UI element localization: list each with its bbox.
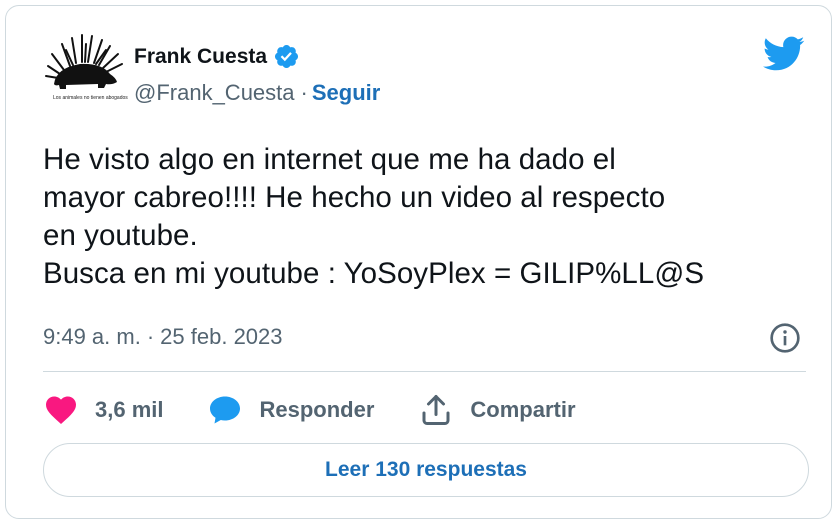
reply-bubble-icon xyxy=(210,396,241,424)
tweet-text: He visto algo en internet que me ha dado… xyxy=(43,143,705,290)
share-label: Compartir xyxy=(470,397,576,422)
author-display-name[interactable]: Frank Cuesta xyxy=(134,45,267,69)
like-button[interactable]: 3,6 mil xyxy=(43,392,163,428)
tweet-time[interactable]: 9:49 a. m. xyxy=(43,324,141,350)
read-replies-button[interactable]: Leer 130 respuestas xyxy=(43,443,809,497)
tweet-timestamp[interactable]: 9:49 a. m. · 25 feb. 2023 xyxy=(43,324,283,350)
twitter-bird-icon[interactable] xyxy=(763,36,805,72)
share-button[interactable]: Compartir xyxy=(418,392,576,428)
verified-badge-icon xyxy=(275,44,299,69)
tweet-card: Los animales no tienen abogados Frank Cu… xyxy=(5,5,832,519)
follow-link[interactable]: Seguir xyxy=(312,80,380,106)
reply-button[interactable]: Responder xyxy=(207,392,374,428)
author-handle-row: @Frank_Cuesta · Seguir xyxy=(134,80,380,106)
tweet-date[interactable]: 25 feb. 2023 xyxy=(160,324,282,350)
author-handle[interactable]: @Frank_Cuesta xyxy=(134,80,295,106)
timestamp-separator: · xyxy=(146,324,155,349)
info-icon[interactable] xyxy=(769,322,801,354)
share-icon xyxy=(422,395,450,425)
avatar-caption: Los animales no tienen abogados xyxy=(53,95,128,101)
reply-label: Responder xyxy=(259,397,375,422)
tweet-actions: 3,6 mil Responder Compartir xyxy=(43,390,620,430)
avatar[interactable] xyxy=(44,32,124,104)
divider xyxy=(43,371,806,372)
handle-separator: · xyxy=(300,80,308,105)
heart-icon xyxy=(46,396,76,425)
likes-count: 3,6 mil xyxy=(95,397,164,422)
author-name-row: Frank Cuesta xyxy=(134,43,300,70)
